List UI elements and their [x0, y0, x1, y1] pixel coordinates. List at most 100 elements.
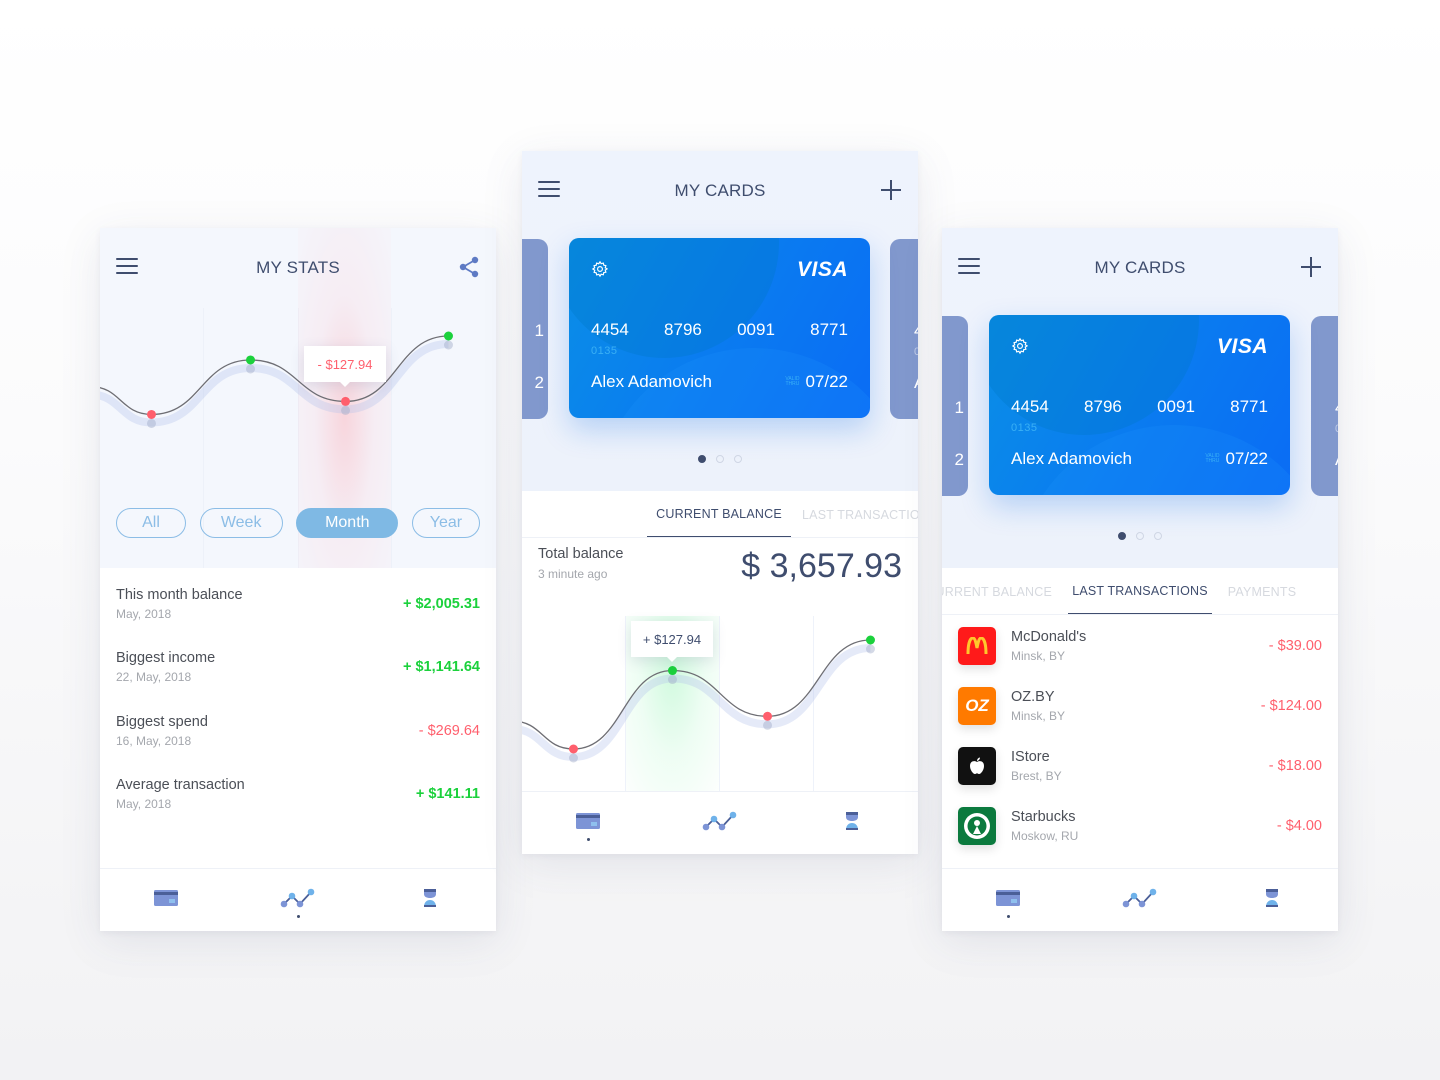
- stat-value: + $1,141.64: [402, 659, 480, 676]
- card-next[interactable]: 4 0 A: [890, 239, 918, 419]
- stats-screen: - $127.94 MY STATS All Week Month Year T…: [100, 228, 496, 931]
- transaction-list: McDonald's Minsk, BY - $39.00 OZ OZ.BY Min…: [942, 616, 1338, 856]
- expense-point: [568, 744, 578, 754]
- active-indicator: [586, 838, 590, 841]
- stat-row[interactable]: This month balance May, 2018 + $2,005.31: [100, 572, 496, 636]
- hamburger-icon[interactable]: [538, 181, 560, 199]
- chart-icon: [1122, 886, 1158, 915]
- card-icon: [153, 888, 179, 913]
- stat-row[interactable]: Biggest spend 16, May, 2018 - $269.64: [100, 699, 496, 763]
- stat-value: + $2,005.31: [402, 595, 480, 612]
- nav-cards[interactable]: [136, 880, 196, 920]
- transaction-tabs: CURRENT BALANCE LAST TRANSACTIONS PAYMEN…: [942, 568, 1338, 615]
- tab-current-balance[interactable]: CURRENT BALANCE: [942, 568, 1052, 614]
- tab-current-balance[interactable]: CURRENT BALANCE: [647, 491, 791, 537]
- gear-icon[interactable]: [1011, 337, 1029, 355]
- merchant-name: Starbucks: [1011, 809, 1076, 825]
- nav-stats[interactable]: [268, 880, 328, 920]
- chart-point-shadow: [341, 405, 351, 415]
- share-icon[interactable]: [456, 254, 482, 280]
- income-point: [865, 635, 875, 645]
- nav-stats[interactable]: [690, 803, 750, 843]
- cards-header: MY CARDS: [522, 151, 918, 231]
- bottom-nav: [100, 868, 496, 931]
- apple-logo: [958, 747, 996, 785]
- stat-row[interactable]: Biggest income 22, May, 2018 + $1,141.64: [100, 636, 496, 700]
- carousel-dot[interactable]: [1136, 532, 1144, 540]
- chart-icon: [702, 809, 738, 838]
- filter-month[interactable]: Month: [296, 508, 399, 538]
- carousel-dot[interactable]: [698, 455, 706, 463]
- bottom-nav: [522, 791, 918, 854]
- card-next[interactable]: 4 0 A: [1311, 316, 1338, 496]
- visa-logo: VISA: [796, 258, 848, 281]
- credit-card[interactable]: VISA 4454 8796 0091 8771 0135 Alex Adamo…: [989, 315, 1290, 495]
- plus-icon[interactable]: [1298, 254, 1324, 280]
- credit-card[interactable]: VISA 4454 8796 0091 8771 0135 Alex Adamo…: [569, 238, 870, 418]
- nav-stats[interactable]: [1110, 880, 1170, 920]
- nav-profile[interactable]: [822, 803, 882, 843]
- filter-all[interactable]: All: [116, 508, 186, 538]
- transaction-row[interactable]: McDonald's Minsk, BY - $39.00: [942, 616, 1338, 676]
- chart-line-shadow: [522, 644, 871, 762]
- nav-cards[interactable]: [558, 803, 618, 843]
- tab-last-transactions[interactable]: LAST TRANSACTIONS: [802, 491, 918, 537]
- carousel-dot[interactable]: [734, 455, 742, 463]
- total-balance: Total balance 3 minute ago $ 3,657.93: [538, 546, 902, 586]
- hamburger-icon[interactable]: [116, 258, 138, 276]
- balance-line-chart[interactable]: [522, 621, 918, 801]
- period-filter: All Week Month Year: [116, 508, 480, 538]
- card-holder: Alex Adamovich: [591, 372, 712, 391]
- transaction-amount: - $18.00: [1268, 758, 1322, 774]
- nav-profile[interactable]: [1242, 880, 1302, 920]
- tab-last-transactions[interactable]: LAST TRANSACTIONS: [1068, 568, 1212, 614]
- visa-logo: VISA: [1216, 335, 1268, 358]
- transaction-row[interactable]: OZ OZ.BY Minsk, BY - $124.00: [942, 676, 1338, 736]
- income-point: [443, 331, 453, 341]
- chart-point-shadow: [865, 644, 875, 654]
- carousel-dot[interactable]: [716, 455, 724, 463]
- card-icon: [575, 811, 601, 836]
- tab-payments[interactable]: PAYMENTS: [1224, 568, 1300, 614]
- active-indicator: [1006, 915, 1010, 918]
- stat-value: - $269.64: [418, 722, 480, 739]
- filter-week[interactable]: Week: [199, 508, 283, 538]
- chart-tooltip: - $127.94: [304, 346, 386, 387]
- page-title: MY CARDS: [1094, 258, 1186, 277]
- chart-point-shadow: [245, 364, 255, 374]
- chart-point-shadow: [443, 340, 453, 350]
- plus-icon[interactable]: [878, 177, 904, 203]
- nav-profile[interactable]: [400, 880, 460, 920]
- chart-point-shadow: [146, 418, 156, 428]
- card-prev[interactable]: 1 2: [942, 316, 968, 496]
- nav-cards[interactable]: [978, 880, 1038, 920]
- merchant-location: Minsk, BY: [1011, 709, 1066, 723]
- stat-label: Average transaction: [116, 777, 245, 794]
- page-title: MY CARDS: [674, 181, 766, 200]
- carousel-dots: [942, 532, 1338, 540]
- stats-header: MY STATS: [100, 228, 496, 308]
- chart-point-shadow: [667, 675, 677, 685]
- transaction-row[interactable]: Starbucks Moskow, RU - $4.00: [942, 796, 1338, 856]
- hamburger-icon[interactable]: [958, 258, 980, 276]
- gear-icon[interactable]: [591, 260, 609, 278]
- transaction-row[interactable]: IStore Brest, BY - $18.00: [942, 736, 1338, 796]
- transaction-amount: - $124.00: [1260, 698, 1322, 714]
- filter-year[interactable]: Year: [411, 508, 480, 538]
- total-balance-amount: $ 3,657.93: [741, 547, 902, 585]
- merchant-name: IStore: [1011, 749, 1050, 765]
- ozby-logo: OZ: [958, 687, 996, 725]
- stat-row[interactable]: Average transaction May, 2018 + $141.11: [100, 763, 496, 827]
- chart-tooltip: + $127.94: [631, 621, 713, 662]
- stats-list: This month balance May, 2018 + $2,005.31 …: [100, 568, 496, 826]
- card-prev[interactable]: 1 2: [522, 239, 548, 419]
- chart-point-shadow: [763, 720, 773, 730]
- page-title: MY STATS: [256, 258, 340, 277]
- merchant-name: McDonald's: [1011, 629, 1087, 645]
- total-balance-label: Total balance: [538, 546, 624, 562]
- transaction-amount: - $39.00: [1268, 638, 1322, 654]
- mcdonalds-logo: [958, 627, 996, 665]
- card-expiry: VALID THRU 07/22: [1205, 449, 1268, 468]
- carousel-dot[interactable]: [1154, 532, 1162, 540]
- carousel-dot[interactable]: [1118, 532, 1126, 540]
